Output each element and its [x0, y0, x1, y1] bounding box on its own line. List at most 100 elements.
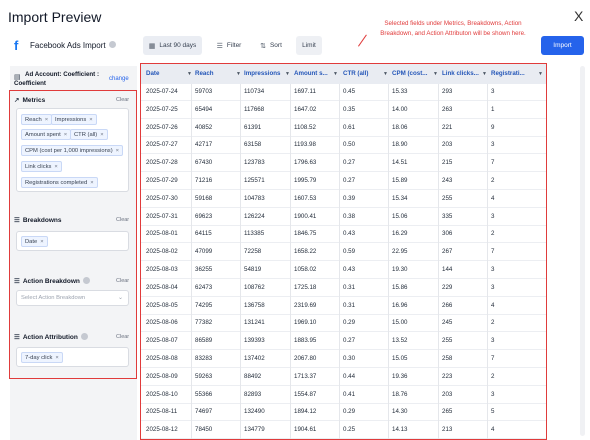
column-header[interactable]: Reach — [195, 70, 214, 77]
info-icon[interactable] — [82, 276, 90, 284]
close-icon[interactable]: X — [574, 8, 583, 24]
metrics-clear-button[interactable]: Clear — [116, 97, 129, 103]
column-menu-icon[interactable]: ▼ — [538, 71, 543, 77]
metric-chip[interactable]: Link clicks × — [21, 161, 62, 172]
table-cell: 2025-08-08 — [146, 355, 178, 362]
action-attribution-chip-box[interactable]: 7-day click × — [16, 347, 129, 367]
change-account-link[interactable]: change — [109, 76, 129, 82]
table-cell: 243 — [442, 177, 453, 184]
breakdown-chip[interactable]: Date × — [21, 236, 48, 247]
table-cell: 0.25 — [343, 426, 356, 434]
filter-button[interactable]: ☰ Filter — [210, 36, 248, 55]
column-header[interactable]: Link clicks... — [442, 70, 479, 77]
metric-chip[interactable]: Amount spent × — [21, 129, 72, 140]
remove-chip-icon[interactable]: × — [54, 164, 57, 170]
column-menu-icon[interactable]: ▼ — [433, 71, 438, 77]
table-cell: 2 — [491, 230, 495, 238]
info-icon[interactable] — [108, 41, 116, 49]
column-menu-icon[interactable]: ▼ — [236, 71, 241, 77]
table-cell: 82893 — [244, 390, 262, 398]
table-cell: 0.35 — [343, 105, 356, 113]
column-menu-icon[interactable]: ▼ — [482, 71, 487, 77]
metric-chip[interactable]: Impressions × — [51, 114, 97, 125]
table-cell: 3 — [491, 283, 495, 291]
table-cell: 0.45 — [343, 88, 356, 95]
attribution-chip[interactable]: 7-day click × — [21, 352, 63, 363]
table-cell: 3 — [491, 212, 495, 220]
table-cell: 245 — [442, 319, 453, 327]
table-cell: 136758 — [244, 301, 265, 309]
remove-chip-icon[interactable]: × — [89, 117, 92, 123]
breakdowns-clear-button[interactable]: Clear — [116, 217, 129, 223]
table-cell: 15.05 — [392, 355, 408, 362]
table-cell: 2025-08-04 — [146, 283, 178, 291]
table-cell: 1846.75 — [294, 230, 317, 238]
action-attribution-clear-button[interactable]: Clear — [116, 334, 129, 340]
metric-chip[interactable]: CTR (all) × — [70, 129, 108, 140]
table-cell: 15.34 — [392, 194, 408, 202]
table-cell: 0.30 — [343, 355, 356, 362]
table-row: 2025-07-30 59168 104783 1607.53 0.39 15.34 255… — [141, 191, 546, 208]
vertical-scrollbar[interactable] — [580, 66, 585, 436]
calendar-icon: ▦ — [148, 42, 156, 50]
column-menu-icon[interactable]: ▼ — [285, 71, 290, 77]
metrics-chip-box[interactable]: Reach × Impressions × Amount spent × CTR (a… — [16, 108, 129, 192]
info-icon[interactable] — [80, 332, 88, 340]
table-cell: 108762 — [244, 283, 265, 291]
breakdowns-chip-box[interactable]: Date × — [16, 231, 129, 251]
metric-chip[interactable]: CPM (cost per 1,000 impressions) × — [21, 145, 124, 156]
sort-button[interactable]: ⇅ Sort — [254, 36, 288, 55]
annotation-arrow — [358, 34, 367, 47]
remove-chip-icon[interactable]: × — [90, 180, 93, 186]
chip-label: Reach — [25, 117, 42, 123]
remove-chip-icon[interactable]: × — [55, 355, 58, 361]
metric-chip[interactable]: Reach × — [21, 114, 53, 125]
table-row: 2025-08-06 77382 131241 1969.10 0.29 15.00 245… — [141, 315, 546, 333]
column-header[interactable]: Registrati... — [491, 70, 525, 77]
column-menu-icon[interactable]: ▼ — [333, 71, 338, 77]
table-cell: 1 — [491, 105, 495, 113]
table-row: 2025-07-25 65494 117668 1647.02 0.35 14.00 263… — [141, 102, 546, 119]
remove-chip-icon[interactable]: × — [64, 132, 67, 138]
table-cell: 0.41 — [343, 390, 356, 398]
table-cell: 2 — [491, 177, 495, 184]
column-menu-icon[interactable]: ▼ — [383, 71, 388, 77]
table-cell: 1647.02 — [294, 105, 317, 113]
limit-button[interactable]: Limit — [296, 36, 322, 55]
metrics-title: Metrics — [22, 97, 46, 104]
column-header[interactable]: CTR (all) — [343, 70, 368, 77]
table-cell: 1697.11 — [294, 88, 316, 95]
ad-account-label: Ad Account: Coefficient : Coefficient — [14, 70, 114, 88]
remove-chip-icon[interactable]: × — [40, 239, 43, 245]
table-cell: 2025-07-30 — [146, 194, 178, 202]
chip-label: Impressions — [55, 117, 87, 123]
metric-chip[interactable]: Registrations completed × — [21, 177, 98, 188]
action-breakdown-clear-button[interactable]: Clear — [116, 278, 129, 284]
table-cell: 0.27 — [343, 177, 356, 184]
table-cell: 266 — [442, 301, 453, 309]
table-cell: 0.39 — [343, 194, 356, 202]
table-cell: 0.29 — [343, 319, 356, 327]
remove-chip-icon[interactable]: × — [100, 132, 103, 138]
import-button[interactable]: Import — [541, 36, 584, 55]
table-cell: 2025-08-05 — [146, 301, 178, 309]
column-header[interactable]: Impressions — [244, 70, 280, 77]
table-row: 2025-08-02 47099 72258 1658.22 0.59 22.95 267 7 — [141, 244, 546, 262]
column-header[interactable]: CPM (cost... — [392, 70, 427, 77]
column-divider — [487, 84, 488, 439]
table-cell: 47099 — [195, 248, 213, 256]
remove-chip-icon[interactable]: × — [116, 148, 119, 154]
date-range-button[interactable]: ▦ Last 90 days — [143, 36, 202, 55]
column-header[interactable]: Amount s... — [294, 70, 328, 77]
table-cell: 2025-08-03 — [146, 266, 178, 273]
column-menu-icon[interactable]: ▼ — [187, 71, 192, 77]
table-cell: 0.43 — [343, 266, 356, 273]
action-breakdown-select[interactable]: Select Action Breakdown ⌄ — [16, 290, 129, 306]
table-cell: 16.29 — [392, 230, 408, 238]
table-cell: 2025-08-10 — [146, 390, 178, 398]
table-cell: 19.30 — [392, 266, 408, 273]
remove-chip-icon[interactable]: × — [45, 117, 48, 123]
table-row: 2025-08-10 55366 82893 1554.87 0.41 18.76 203 3 — [141, 387, 546, 404]
column-header[interactable]: Date — [146, 70, 159, 77]
table-cell: 4 — [491, 426, 495, 434]
